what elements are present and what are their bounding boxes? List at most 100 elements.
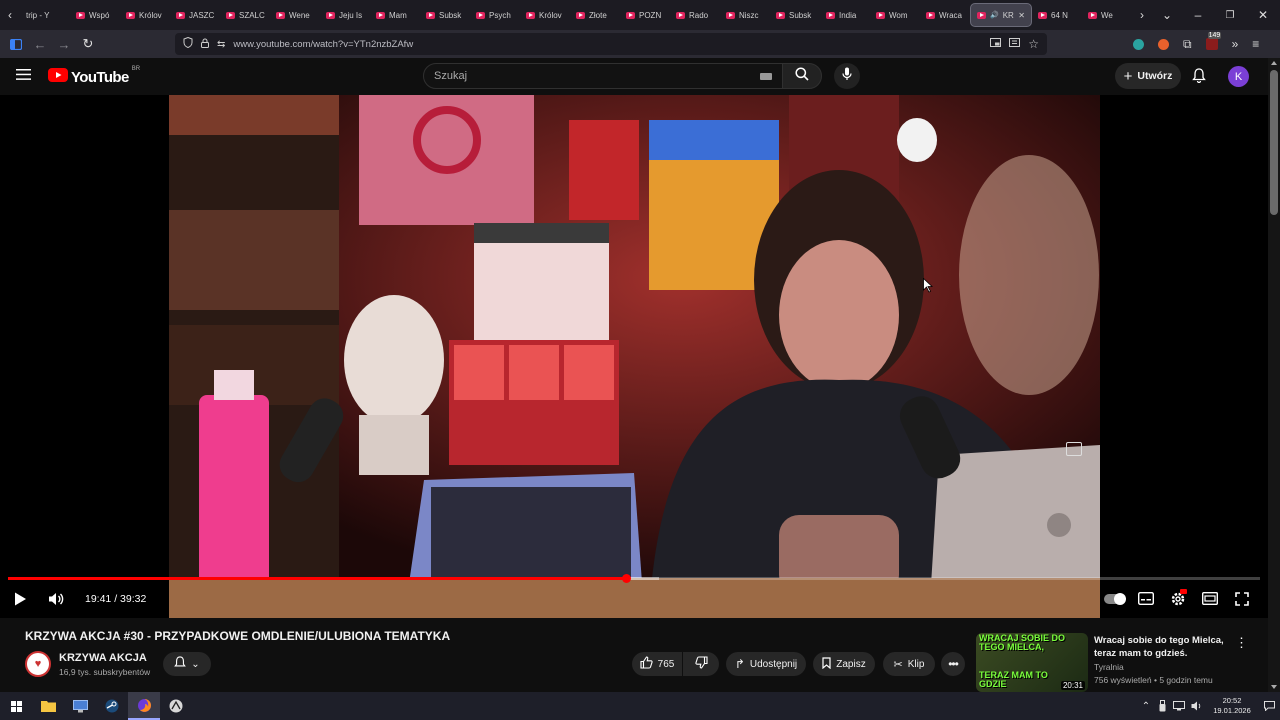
- tab-close-icon[interactable]: ✕: [1018, 11, 1025, 20]
- file-explorer-icon[interactable]: [32, 692, 64, 720]
- like-button[interactable]: 765: [632, 652, 682, 676]
- voice-search-button[interactable]: [834, 63, 860, 89]
- clip-button[interactable]: ✂ Klip: [883, 652, 935, 676]
- browser-tab[interactable]: SZALC: [220, 0, 270, 30]
- progress-bar[interactable]: [8, 574, 1260, 583]
- reload-icon[interactable]: ↻: [76, 30, 100, 58]
- subscription-bell-button[interactable]: ⌄: [163, 652, 211, 676]
- browser-tab[interactable]: Jeju Is: [320, 0, 370, 30]
- vpn-extension-icon[interactable]: [1133, 38, 1144, 50]
- hamburger-menu-icon[interactable]: ≡: [1252, 37, 1259, 51]
- back-arrow-icon[interactable]: ←: [28, 30, 52, 58]
- browser-tab-active[interactable]: 🔊 KR ✕: [970, 3, 1032, 27]
- notifications-bell-icon[interactable]: [1192, 68, 1206, 88]
- fullscreen-button[interactable]: [1235, 592, 1249, 611]
- clock[interactable]: 20:52 19.01.2026: [1206, 696, 1258, 716]
- firefox-taskbar-icon[interactable]: [128, 692, 160, 720]
- tray-overflow-chevron-icon[interactable]: ⌃: [1138, 701, 1154, 712]
- browser-tab[interactable]: Wraca: [920, 0, 970, 30]
- scrollbar-up-arrow-icon[interactable]: [1271, 61, 1277, 65]
- recommendation-thumbnail[interactable]: WRACAJ SOBIE DO TEGO MIELCA, TERAZ MAM T…: [976, 633, 1088, 692]
- reader-view-icon[interactable]: [1009, 38, 1021, 50]
- browser-tab[interactable]: trip - Y: [20, 0, 70, 30]
- recommendation-more-vertical-icon[interactable]: ⋮: [1235, 635, 1248, 651]
- windows-start-icon[interactable]: [0, 692, 32, 720]
- scrollbar-thumb[interactable]: [1270, 70, 1278, 215]
- browser-tab[interactable]: We: [1082, 0, 1132, 30]
- close-window-icon[interactable]: ✕: [1246, 0, 1280, 30]
- page-scrollbar[interactable]: [1268, 58, 1280, 692]
- browser-tab[interactable]: Złote: [570, 0, 620, 30]
- sidebar-toggle-icon[interactable]: [4, 30, 28, 58]
- browser-tab[interactable]: India: [820, 0, 870, 30]
- play-button[interactable]: [14, 592, 27, 611]
- progress-scrubber-handle[interactable]: [621, 574, 631, 583]
- permissions-icon[interactable]: ⇆: [217, 39, 225, 50]
- theater-mode-button[interactable]: [1201, 591, 1219, 610]
- youtube-logo[interactable]: YouTube BR: [48, 66, 140, 87]
- recommendation-channel[interactable]: Tyralnia: [1094, 662, 1124, 672]
- ublock-icon[interactable]: 149: [1205, 32, 1222, 50]
- bookmark-star-icon[interactable]: ☆: [1028, 37, 1039, 51]
- volume-button[interactable]: [48, 592, 65, 611]
- search-input[interactable]: Szukaj: [423, 63, 783, 89]
- dislike-button[interactable]: [683, 652, 719, 676]
- browser-tab[interactable]: Psych: [470, 0, 520, 30]
- ublock-badge: 149: [1207, 32, 1222, 39]
- save-button[interactable]: Zapisz: [813, 652, 875, 676]
- extensions-puzzle-icon[interactable]: ⧉: [1183, 37, 1192, 52]
- usb-icon[interactable]: [1154, 700, 1170, 712]
- account-avatar[interactable]: K: [1228, 66, 1249, 87]
- autoplay-toggle[interactable]: [1104, 593, 1126, 605]
- browser-tab[interactable]: Królov: [520, 0, 570, 30]
- share-button[interactable]: ↱ Udostępnij: [726, 652, 806, 676]
- address-bar[interactable]: ⇆ www.youtube.com/watch?v=YTn2nzbZAfw ☆: [175, 33, 1047, 55]
- browser-tab[interactable]: Wspó: [70, 0, 120, 30]
- keyboard-icon[interactable]: [760, 73, 772, 80]
- browser-tab[interactable]: JASZC: [170, 0, 220, 30]
- browser-tab[interactable]: Subsk: [420, 0, 470, 30]
- more-actions-button[interactable]: •••: [941, 652, 965, 676]
- tab-scroll-right-icon[interactable]: ›: [1132, 0, 1152, 30]
- speaker-icon[interactable]: [1188, 701, 1206, 711]
- steam-icon[interactable]: [96, 692, 128, 720]
- browser-tab[interactable]: Królov: [120, 0, 170, 30]
- lock-icon[interactable]: [201, 38, 209, 51]
- tab-audio-playing-icon[interactable]: 🔊: [990, 11, 999, 19]
- forward-arrow-icon[interactable]: →: [52, 30, 76, 58]
- tab-scroll-left-icon[interactable]: ‹: [0, 0, 20, 30]
- browser-tab[interactable]: Mam: [370, 0, 420, 30]
- browser-tab[interactable]: Niszc: [720, 0, 770, 30]
- settings-button[interactable]: [1170, 589, 1187, 612]
- minimize-window-icon[interactable]: –: [1182, 0, 1214, 30]
- overflow-chevron-icon[interactable]: »: [1232, 37, 1239, 51]
- browser-tab[interactable]: POZN: [620, 0, 670, 30]
- scrollbar-down-arrow-icon[interactable]: [1271, 685, 1277, 689]
- firefox-extension-icon[interactable]: [1158, 38, 1169, 50]
- browser-tab[interactable]: Wene: [270, 0, 320, 30]
- url-text[interactable]: www.youtube.com/watch?v=YTn2nzbZAfw: [233, 39, 413, 50]
- recommendation-title[interactable]: Wracaj sobie do tego Mielca, teraz mam t…: [1094, 634, 1224, 660]
- browser-tab-strip: ‹ trip - Y Wspó Królov JASZC SZALC Wene Jeju I…: [0, 0, 1280, 30]
- thumbnail-text-top: WRACAJ SOBIE DO TEGO MIELCA,: [979, 633, 1066, 652]
- miniplayer-hint-icon[interactable]: [1066, 442, 1082, 456]
- create-button[interactable]: + Utwórz: [1115, 63, 1181, 89]
- shield-icon[interactable]: [183, 36, 193, 51]
- subtitles-button[interactable]: [1137, 591, 1155, 610]
- browser-tab[interactable]: 64 N: [1032, 0, 1082, 30]
- browser-tab[interactable]: Rado: [670, 0, 720, 30]
- browser-tab[interactable]: Subsk: [770, 0, 820, 30]
- monitor-app-icon[interactable]: [64, 692, 96, 720]
- channel-avatar[interactable]: ♥: [25, 651, 51, 677]
- network-icon[interactable]: [1170, 701, 1188, 711]
- picture-in-picture-icon[interactable]: [990, 38, 1002, 50]
- notification-center-icon[interactable]: [1258, 701, 1280, 711]
- guide-menu-icon[interactable]: [16, 68, 32, 82]
- video-frame[interactable]: [169, 95, 1100, 618]
- browser-tab[interactable]: Wom: [870, 0, 920, 30]
- channel-name[interactable]: KRZYWA AKCJA: [59, 652, 147, 664]
- vpn-app-icon[interactable]: [160, 692, 192, 720]
- tab-list-dropdown-icon[interactable]: ⌄: [1152, 0, 1182, 30]
- search-button[interactable]: [782, 63, 822, 89]
- restore-window-icon[interactable]: ❐: [1214, 0, 1246, 30]
